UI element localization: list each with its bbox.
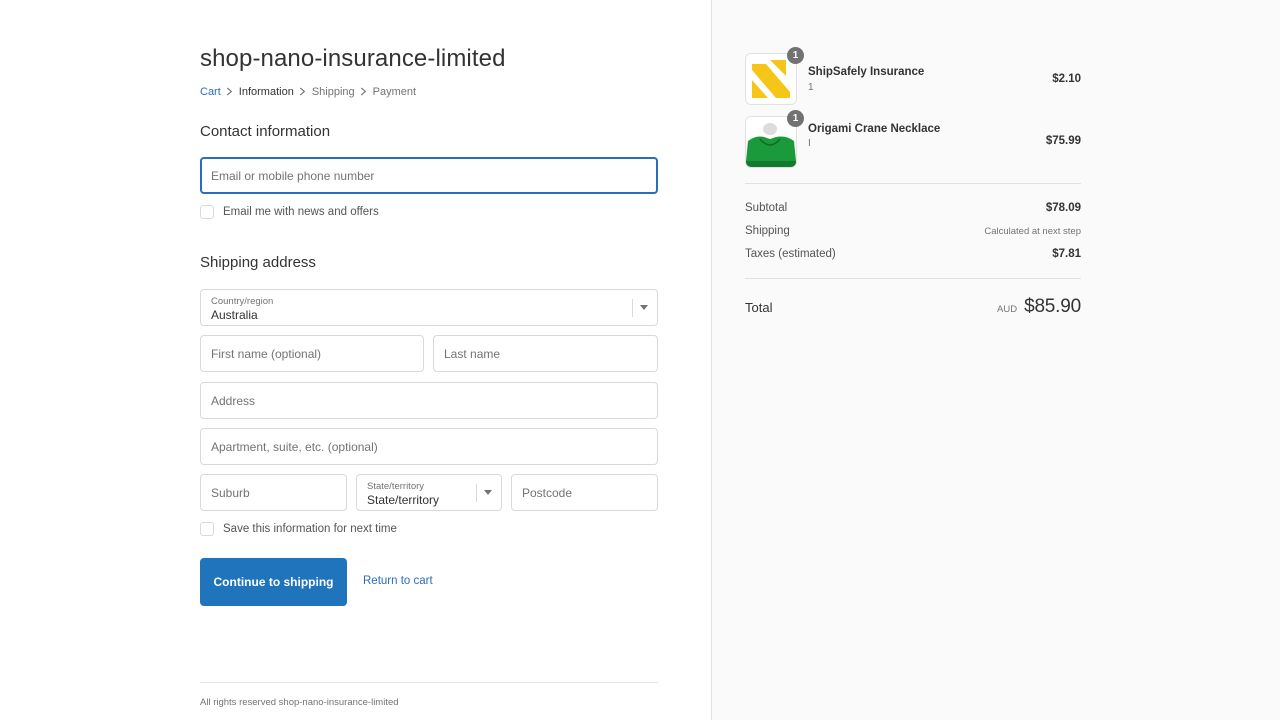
quantity-badge: 1 [787, 47, 804, 64]
product-price: $75.99 [1045, 135, 1081, 147]
country-select[interactable]: Country/region Australia [200, 289, 658, 326]
total-row: Total AUD $85.90 [745, 294, 1081, 320]
subtotal-value: $78.09 [1045, 202, 1081, 214]
breadcrumb-shipping: Shipping [311, 86, 355, 98]
apartment-field[interactable] [201, 429, 657, 464]
save-info-option[interactable]: Save this information for next time [200, 522, 397, 536]
chevron-right-icon [221, 86, 239, 98]
last-name-field-wrapper [433, 335, 658, 372]
return-to-cart-link[interactable]: Return to cart [363, 575, 433, 587]
shipping-row: Shipping Calculated at next step [745, 225, 1081, 237]
newsletter-label: Email me with news and offers [223, 206, 379, 218]
country-label: Country/region [211, 296, 274, 307]
chevron-right-icon [294, 86, 312, 98]
state-select[interactable]: State/territory State/territory [356, 474, 502, 511]
select-divider [632, 299, 633, 317]
total-label: Total [745, 299, 773, 315]
shipping-label: Shipping [745, 225, 790, 237]
product-variant: 1 [808, 82, 814, 93]
checkout-main: shop-nano-insurance-limited Cart Informa… [0, 0, 711, 720]
country-value: Australia [211, 308, 258, 322]
product-variant: I [808, 138, 811, 149]
chevron-down-icon [484, 490, 492, 495]
shipping-section-title: Shipping address [200, 254, 316, 271]
contact-section-title: Contact information [200, 123, 331, 140]
product-price: $2.10 [1052, 73, 1081, 85]
product-name: ShipSafely Insurance [808, 66, 925, 78]
address-field[interactable] [201, 383, 657, 418]
continue-to-shipping-button[interactable]: Continue to shipping [200, 558, 347, 606]
breadcrumb: Cart Information Shipping Payment [200, 86, 416, 98]
breadcrumb-cart[interactable]: Cart [200, 86, 221, 98]
order-summary [711, 0, 1280, 720]
newsletter-checkbox[interactable] [200, 205, 214, 219]
breadcrumb-payment: Payment [372, 86, 417, 98]
postcode-field-wrapper [511, 474, 658, 511]
newsletter-option[interactable]: Email me with news and offers [200, 205, 379, 219]
chevron-right-icon [355, 86, 373, 98]
postcode-field[interactable] [512, 475, 657, 510]
taxes-label: Taxes (estimated) [745, 248, 836, 260]
shop-title[interactable]: shop-nano-insurance-limited [200, 45, 506, 73]
subtotal-row: Subtotal $78.09 [745, 202, 1081, 214]
select-divider [476, 484, 477, 502]
footer-copyright: All rights reserved shop-nano-insurance-… [200, 697, 399, 708]
state-label: State/territory [367, 481, 425, 492]
quantity-badge: 1 [787, 110, 804, 127]
taxes-value: $7.81 [1052, 248, 1081, 260]
state-value: State/territory [367, 493, 440, 507]
apartment-field-wrapper [200, 428, 658, 465]
taxes-row: Taxes (estimated) $7.81 [745, 248, 1081, 260]
first-name-field-wrapper [200, 335, 424, 372]
last-name-field[interactable] [434, 336, 657, 371]
currency-code: AUD [997, 304, 1018, 315]
order-item: 1 Origami Crane Necklace I $75.99 [745, 110, 1081, 168]
suburb-field[interactable] [201, 475, 346, 510]
email-field-wrapper [200, 157, 658, 194]
summary-divider [745, 183, 1081, 184]
first-name-field[interactable] [201, 336, 423, 371]
suburb-field-wrapper [200, 474, 347, 511]
subtotal-label: Subtotal [745, 202, 788, 214]
total-amount: $85.90 [1024, 296, 1081, 317]
chevron-down-icon [640, 305, 648, 310]
breadcrumb-information: Information [238, 86, 294, 98]
summary-divider [745, 278, 1081, 279]
footer-divider [200, 682, 658, 683]
address-field-wrapper [200, 382, 658, 419]
shipping-value: Calculated at next step [984, 226, 1081, 237]
save-info-checkbox[interactable] [200, 522, 214, 536]
product-name: Origami Crane Necklace [808, 123, 941, 135]
save-info-label: Save this information for next time [223, 523, 397, 535]
order-item: 1 ShipSafely Insurance 1 $2.10 [745, 47, 1081, 105]
email-field[interactable] [202, 159, 656, 192]
total-price: AUD $85.90 [997, 296, 1081, 318]
